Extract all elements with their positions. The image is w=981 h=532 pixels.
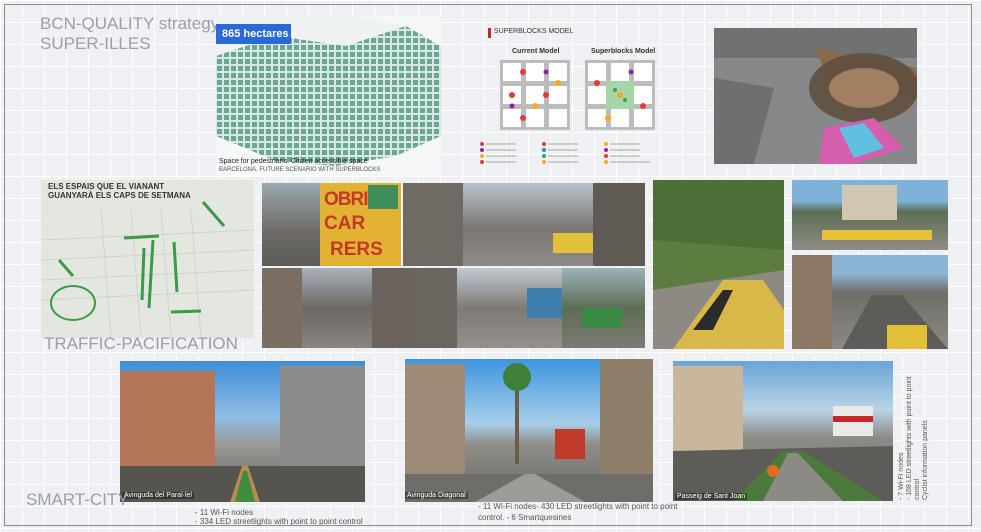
street-photo-3 <box>262 268 412 348</box>
santjoan-note-3: control <box>914 478 921 500</box>
santjoan-label: Passeig de Sant Joan <box>675 493 748 500</box>
weekend-pedestrian-map: ELS ESPAIS QUE EL VIANANT GUANYARÀ ELS C… <box>41 180 254 338</box>
avinguda-parallel-photo: Avinguda del Paral·lel <box>120 361 365 502</box>
santjoan-note-4: Cyclist information panels <box>922 420 929 500</box>
diagonal-note-2: control. - 6 Smartquesines <box>478 513 572 522</box>
diagonal-note-1: - 11 Wi-Fi nodes- 430 LED streetlights w… <box>478 502 678 511</box>
obrim-carrers-poster: OBRIM CAR RERS <box>320 183 401 266</box>
poster-green-block <box>368 185 398 209</box>
aerial-plaza-photo <box>714 28 917 164</box>
diagonal-label: Avinguda Diagonal <box>405 492 468 499</box>
hectares-badge: 865 hectares <box>216 24 291 44</box>
street-photo-4 <box>412 268 562 348</box>
traffic-pacification-heading: TRAFFIC-PACIFICATION <box>44 334 238 353</box>
poster-line-2: CAR <box>324 213 366 234</box>
santjoan-notes: - 7 Wi-Fi nodes - 168 LED streetlights w… <box>898 360 930 500</box>
pacified-street-yellow-photo <box>653 180 784 349</box>
superblock-map-image: 865 hectares Space for pedestrians. Citi… <box>216 16 441 176</box>
santjoan-note-1: - 7 Wi-Fi nodes <box>898 452 905 500</box>
weekend-map-title-1: ELS ESPAIS QUE EL VIANANT <box>48 182 165 191</box>
slide-title: BCN-QUALITY strategy: <box>40 14 224 33</box>
weekend-map-title-2: GUANYARÀ ELS CAPS DE SETMANA <box>48 191 191 200</box>
passeig-sant-joan-photo: Passeig de Sant Joan <box>673 361 893 501</box>
slide-subtitle: SUPER-ILLES <box>40 34 151 53</box>
map-caption-1: Space for pedestrians. Citizen accessibl… <box>219 158 368 165</box>
poster-line-3: RERS <box>330 239 383 260</box>
street-photo-2 <box>403 183 645 266</box>
street-photo-5 <box>562 268 645 348</box>
parallel-label: Avinguda del Paral·lel <box>122 492 194 499</box>
avinguda-diagonal-photo: Avinguda Diagonal <box>405 359 653 502</box>
parallel-note-2: - 334 LED streetlights with point to poi… <box>195 517 363 526</box>
santjoan-note-2: - 168 LED streetlights with point to poi… <box>906 376 913 500</box>
model-grids <box>480 60 655 164</box>
parallel-note-1: - 11 Wi-Fi nodes <box>195 508 254 517</box>
superblocks-model-diagram: SUPERBLOCKS MODEL Current Model Superblo… <box>474 22 684 167</box>
street-photo-1 <box>262 183 320 266</box>
street-photo-yellow-bottom <box>792 255 948 349</box>
smart-city-heading: SMART-CITY <box>26 490 129 509</box>
map-caption-2: BARCELONA. FUTURE SCENARIO WITH SUPERBLO… <box>219 167 381 173</box>
street-photo-yellow-top <box>792 180 948 250</box>
